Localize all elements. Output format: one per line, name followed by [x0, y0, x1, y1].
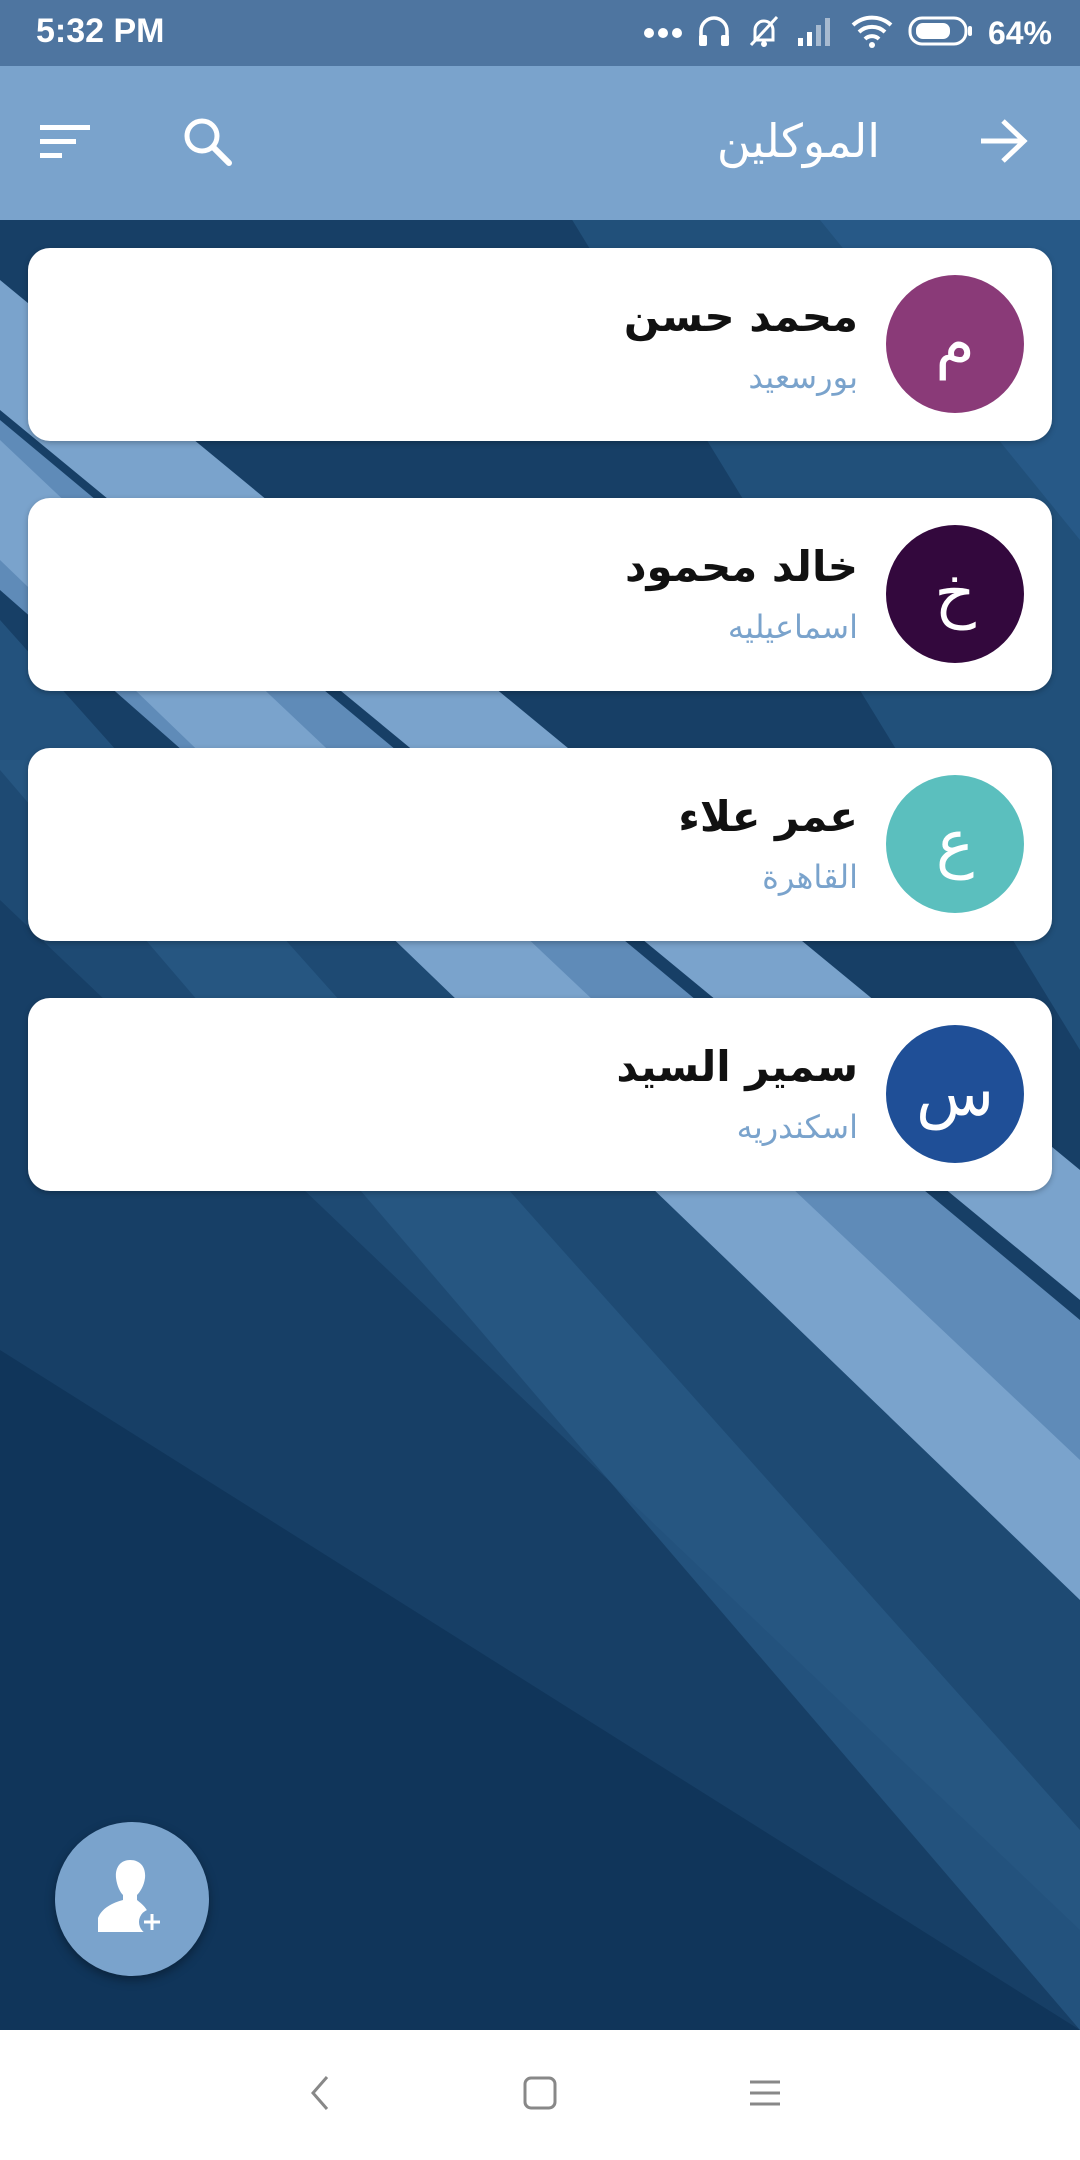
- nav-menu-button[interactable]: [725, 2060, 805, 2130]
- battery-percent: 64%: [987, 14, 1052, 51]
- nav-back-icon: [305, 2073, 335, 2117]
- search-icon: [180, 114, 234, 172]
- client-name: خالد محمود: [624, 542, 858, 591]
- add-client-button[interactable]: [55, 1822, 209, 1976]
- search-button[interactable]: [162, 98, 252, 188]
- battery-icon: [908, 15, 974, 51]
- client-card[interactable]: خ خالد محمود اسماعيليه: [28, 498, 1052, 691]
- page-title: الموكلين: [716, 114, 880, 168]
- client-city: اسماعيليه: [727, 608, 858, 646]
- system-nav-bar: [0, 2030, 1080, 2160]
- status-icons: 64%: [643, 10, 1052, 56]
- wifi-icon: [850, 14, 894, 52]
- status-time: 5:32 PM: [36, 12, 165, 50]
- client-city: اسكندريه: [736, 1108, 858, 1146]
- nav-back-button[interactable]: [280, 2060, 360, 2130]
- nav-menu-icon: [747, 2077, 783, 2113]
- client-card[interactable]: ع عمر علاء القاهرة: [28, 748, 1052, 941]
- client-card[interactable]: س سمير السيد اسكندريه: [28, 998, 1052, 1191]
- avatar: م: [886, 275, 1024, 413]
- sort-button[interactable]: [20, 98, 110, 188]
- client-name: سمير السيد: [616, 1042, 858, 1091]
- sort-icon: [38, 121, 92, 165]
- headphones-icon: [696, 13, 732, 53]
- signal-icon: [796, 14, 836, 52]
- avatar: س: [886, 1025, 1024, 1163]
- nav-home-icon: [521, 2074, 559, 2116]
- add-user-icon: [92, 1854, 172, 1944]
- client-name: محمد حسن: [623, 292, 858, 341]
- client-name: عمر علاء: [678, 792, 858, 841]
- bell-muted-icon: [746, 13, 782, 53]
- nav-home-button[interactable]: [500, 2060, 580, 2130]
- avatar: خ: [886, 525, 1024, 663]
- back-button[interactable]: [958, 98, 1048, 188]
- more-dots-icon: [643, 24, 682, 43]
- client-city: القاهرة: [762, 858, 858, 896]
- avatar: ع: [886, 775, 1024, 913]
- client-city: بورسعيد: [748, 358, 858, 396]
- app-bar: الموكلين: [0, 66, 1080, 220]
- back-arrow-icon: [977, 117, 1029, 169]
- status-bar: 5:32 PM 64%: [0, 0, 1080, 66]
- client-card[interactable]: م محمد حسن بورسعيد: [28, 248, 1052, 441]
